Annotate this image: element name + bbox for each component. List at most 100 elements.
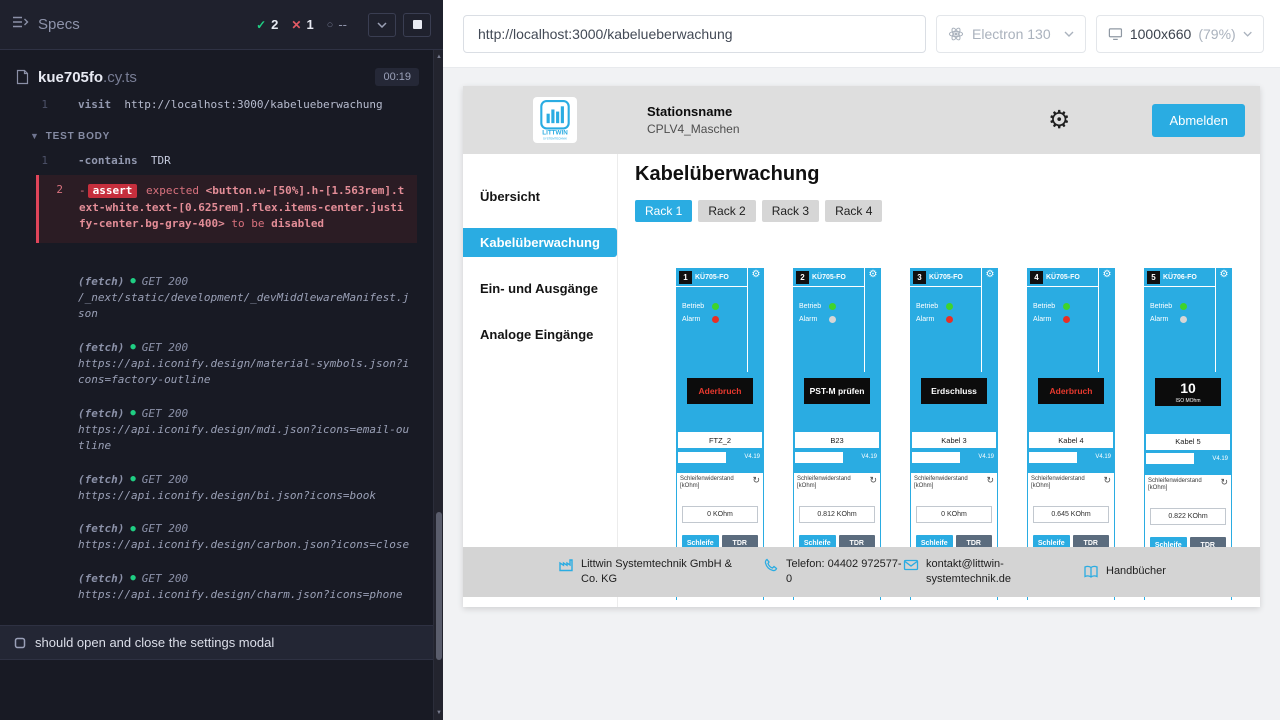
specs-menu-icon[interactable] [12, 15, 29, 34]
version-blank-box [795, 452, 843, 463]
url-input[interactable] [478, 26, 911, 42]
viewport-zoom: (79%) [1198, 26, 1235, 42]
next-test-row[interactable]: should open and close the settings modal [0, 625, 433, 660]
tab-rack-2[interactable]: Rack 2 [698, 200, 755, 222]
device-model: KÜ706-FO [1163, 274, 1197, 281]
visit-command-row[interactable]: 1 visit http://localhost:3000/kabelueber… [0, 96, 433, 115]
sidebar-item-uebersicht[interactable]: Übersicht [463, 182, 617, 211]
device-settings-gear-icon[interactable]: ⚙ [986, 270, 995, 372]
contains-command-row[interactable]: 1 -contains TDR [0, 152, 433, 171]
firmware-version: V4.19 [1212, 456, 1230, 462]
page-title: Kabelüberwachung [635, 163, 1260, 186]
device-settings-gear-icon[interactable]: ⚙ [752, 270, 761, 372]
line-number: 1 [0, 97, 48, 114]
footer-manuals[interactable]: Handbücher [1083, 564, 1166, 580]
device-number: 4 [1030, 271, 1043, 284]
specs-label[interactable]: Specs [38, 16, 80, 33]
betrieb-indicator [1063, 303, 1070, 310]
sidebar-item-analoge-eingaenge[interactable]: Analoge Eingänge [463, 320, 617, 349]
littwin-logo: LITTWIN SYSTEMTECHNIK [533, 97, 577, 143]
refresh-icon[interactable]: ↻ [1103, 476, 1111, 485]
station-info: Stationsname CPLV4_Maschen [647, 104, 740, 136]
chevron-down-icon: ▼ [30, 131, 40, 141]
browser-selector[interactable]: Electron 130 [936, 15, 1086, 53]
footer-email: kontakt@littwin-systemtechnik.de [903, 557, 1083, 587]
status-text: Aderbruch [1050, 386, 1093, 396]
refresh-icon[interactable]: ↻ [986, 476, 994, 485]
tab-rack-4[interactable]: Rack 4 [825, 200, 882, 222]
failed-count: 1 [306, 17, 313, 32]
cable-name: Kabel 4 [1029, 432, 1113, 448]
command-name: contains [85, 154, 138, 167]
command-log: 1 visit http://localhost:3000/kabelueber… [0, 96, 433, 720]
success-dot-icon: ● [130, 276, 135, 286]
betrieb-indicator [829, 303, 836, 310]
betrieb-indicator [946, 303, 953, 310]
pending-count: -- [338, 17, 347, 32]
refresh-icon[interactable]: ↻ [869, 476, 877, 485]
spec-file-icon [16, 69, 29, 85]
firmware-version: V4.19 [1095, 454, 1113, 460]
next-test-title: should open and close the settings modal [35, 635, 274, 650]
resistance-label: Schleifenwiderstand [kOhm] [1031, 476, 1103, 490]
device-settings-gear-icon[interactable]: ⚙ [1220, 270, 1229, 372]
company-name: Littwin Systemtechnik GmbH & Co. KG [581, 557, 751, 587]
scrollbar-thumb[interactable] [436, 512, 442, 660]
failed-assert-row[interactable]: 2 -assert expected <button.w-[50%].h-[1.… [36, 175, 417, 243]
command-arg: http://localhost:3000/kabelueberwachung [124, 98, 382, 111]
url-bar[interactable] [463, 15, 926, 53]
test-body-section[interactable]: ▼ TEST BODY [30, 131, 433, 142]
resistance-value: 0 KOhm [682, 506, 758, 523]
pending-stat: ○-- [327, 17, 347, 32]
passed-count: 2 [271, 17, 278, 32]
stop-icon [413, 20, 422, 29]
aut-stage: LITTWIN SYSTEMTECHNIK Stationsname CPLV4… [443, 68, 1280, 720]
tab-rack-3[interactable]: Rack 3 [762, 200, 819, 222]
device-settings-gear-icon[interactable]: ⚙ [869, 270, 878, 372]
factory-icon [558, 557, 574, 573]
collapse-button[interactable] [368, 13, 396, 37]
request-url: /_next/static/development/_devMiddleware… [78, 290, 415, 323]
refresh-icon[interactable]: ↻ [752, 476, 760, 485]
betrieb-label: Betrieb [1033, 303, 1063, 310]
status-box: PST-M prüfen [804, 378, 870, 404]
scroll-up-arrow-icon[interactable]: ▲ [434, 54, 444, 60]
alarm-indicator [829, 316, 836, 323]
network-log-entry: (fetch)●GET 200 https://api.iconify.desi… [0, 522, 433, 554]
network-log-entry: (fetch)●GET 200 https://api.iconify.desi… [0, 473, 433, 505]
stop-run-button[interactable] [403, 13, 431, 37]
firmware-version: V4.19 [744, 454, 762, 460]
manuals-link[interactable]: Handbücher [1106, 564, 1166, 579]
reporter-scrollbar[interactable]: ▲ ▼ [433, 50, 443, 720]
device-number: 1 [679, 271, 692, 284]
status-text: Aderbruch [699, 386, 742, 396]
spec-name[interactable]: kue705fo [38, 69, 103, 86]
alarm-indicator [946, 316, 953, 323]
version-blank-box [1146, 453, 1194, 464]
spec-header: kue705fo.cy.ts 00:19 [0, 50, 433, 96]
phone-number[interactable]: Telefon: 04402 972577-0 [786, 557, 903, 587]
cypress-reporter-panel: Specs ✓2 ✕1 ○-- kue705fo.cy.ts 00:19 [0, 0, 443, 720]
scroll-down-arrow-icon[interactable]: ▼ [434, 710, 444, 716]
cross-icon: ✕ [291, 18, 301, 32]
logout-button[interactable]: Abmelden [1152, 104, 1245, 137]
resistance-value: 0.822 KOhm [1150, 508, 1226, 525]
sidebar-item-kabelueberwachung[interactable]: Kabelüberwachung [463, 228, 617, 257]
browser-toolbar: Electron 130 1000x660 (79%) [443, 0, 1280, 68]
tab-rack-1[interactable]: Rack 1 [635, 200, 692, 222]
app-under-test: LITTWIN SYSTEMTECHNIK Stationsname CPLV4… [463, 86, 1260, 607]
command-name: visit [78, 98, 111, 111]
resistance-label: Schleifenwiderstand [kOhm] [914, 476, 986, 490]
device-settings-gear-icon[interactable]: ⚙ [1103, 270, 1112, 372]
sidebar-item-ein-und-ausgaenge[interactable]: Ein- und Ausgänge [463, 274, 617, 303]
success-dot-icon: ● [130, 474, 135, 484]
request-url: https://api.iconify.design/charm.json?ic… [78, 587, 415, 604]
device-number: 2 [796, 271, 809, 284]
viewport-icon [1108, 27, 1123, 41]
settings-gear-icon[interactable]: ⚙ [1048, 108, 1070, 133]
command-arg: TDR [151, 154, 171, 167]
email-address[interactable]: kontakt@littwin-systemtechnik.de [926, 557, 1048, 587]
viewport-selector[interactable]: 1000x660 (79%) [1096, 15, 1264, 53]
device-model: KÜ705-FO [695, 274, 729, 281]
refresh-icon[interactable]: ↻ [1220, 478, 1228, 487]
